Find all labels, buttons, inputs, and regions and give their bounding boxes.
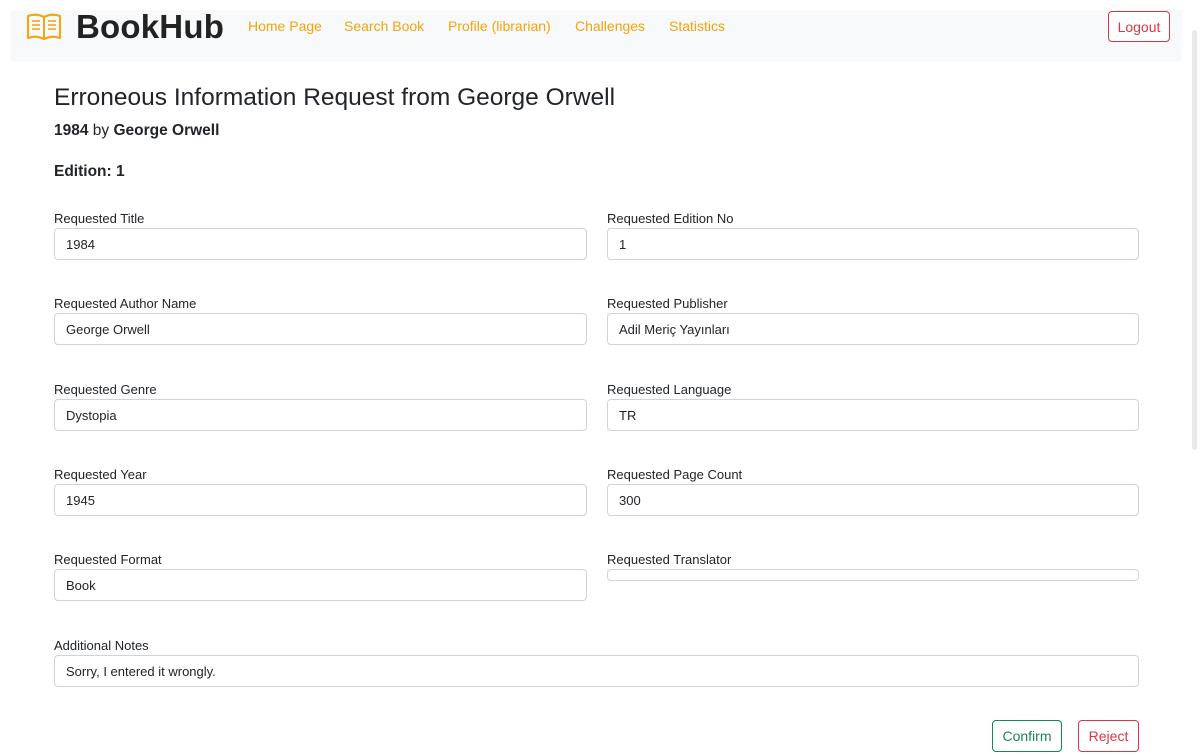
by-text: by bbox=[88, 122, 114, 139]
navbar: BookHub Home Page Search Book Profile (l… bbox=[10, 8, 1182, 62]
requested-page-count-input[interactable] bbox=[607, 484, 1139, 516]
page-title: Erroneous Information Request from Georg… bbox=[54, 84, 616, 111]
requested-publisher-input[interactable] bbox=[607, 313, 1139, 345]
edition-label: Edition: bbox=[54, 163, 112, 180]
additional-notes-input[interactable] bbox=[54, 655, 1139, 687]
requested-language-input[interactable] bbox=[607, 399, 1139, 431]
nav-search-book[interactable]: Search Book bbox=[344, 18, 424, 34]
book-subtitle: 1984 by George Orwell bbox=[54, 122, 219, 140]
nav-statistics[interactable]: Statistics bbox=[669, 18, 725, 34]
requested-format-input[interactable] bbox=[54, 569, 587, 601]
brand-name: BookHub bbox=[76, 8, 225, 45]
requested-publisher-label: Requested Publisher bbox=[607, 296, 728, 311]
requested-edition-no-label: Requested Edition No bbox=[607, 211, 734, 226]
requested-language-label: Requested Language bbox=[607, 382, 732, 397]
additional-notes-label: Additional Notes bbox=[54, 638, 149, 653]
requested-title-input[interactable] bbox=[54, 228, 587, 260]
edition-heading: Edition: 1 bbox=[54, 163, 125, 181]
requested-year-input[interactable] bbox=[54, 484, 587, 516]
requested-author-input[interactable] bbox=[54, 313, 587, 345]
requested-title-label: Requested Title bbox=[54, 211, 145, 226]
edition-value: 1 bbox=[116, 163, 125, 180]
confirm-button[interactable]: Confirm bbox=[992, 720, 1062, 752]
scrollbar-thumb[interactable] bbox=[1192, 30, 1197, 450]
brand[interactable]: BookHub bbox=[26, 8, 225, 45]
logout-button[interactable]: Logout bbox=[1108, 11, 1170, 42]
requested-author-label: Requested Author Name bbox=[54, 296, 197, 311]
nav-profile-librarian[interactable]: Profile (librarian) bbox=[448, 18, 551, 34]
requested-translator-label: Requested Translator bbox=[607, 552, 732, 567]
reject-button[interactable]: Reject bbox=[1078, 720, 1139, 752]
requested-page-count-label: Requested Page Count bbox=[607, 467, 743, 482]
requested-genre-input[interactable] bbox=[54, 399, 587, 431]
book-author: George Orwell bbox=[113, 122, 220, 139]
requested-edition-no-input[interactable] bbox=[607, 228, 1139, 260]
nav-home-page[interactable]: Home Page bbox=[248, 18, 322, 34]
open-book-icon bbox=[26, 13, 62, 41]
requested-genre-label: Requested Genre bbox=[54, 382, 157, 397]
requested-year-label: Requested Year bbox=[54, 467, 147, 482]
page-scrollbar[interactable] bbox=[1190, 0, 1200, 756]
requested-format-label: Requested Format bbox=[54, 552, 162, 567]
book-title: 1984 bbox=[54, 122, 89, 139]
nav-challenges[interactable]: Challenges bbox=[575, 18, 645, 34]
requested-translator-input[interactable] bbox=[607, 569, 1139, 581]
